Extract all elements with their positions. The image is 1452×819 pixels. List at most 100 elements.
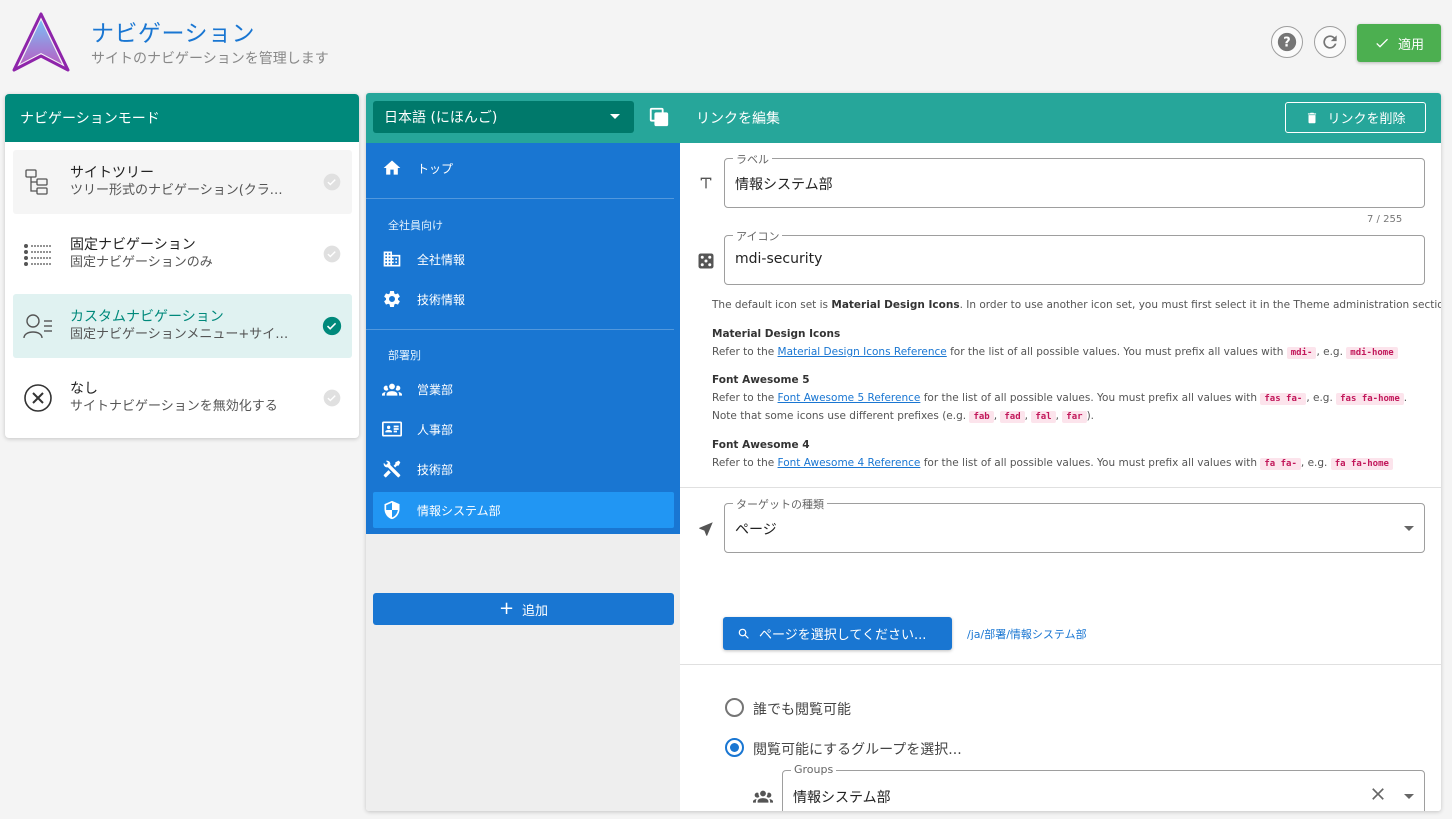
refresh-icon: [1323, 35, 1337, 49]
mode-custom[interactable]: カスタムナビゲーション 固定ナビゲーションメニュー+サイト...: [13, 294, 352, 358]
security-shield-icon: [384, 500, 399, 520]
home-icon: [383, 160, 400, 175]
label-field[interactable]: ラベル 情報システム部: [724, 151, 1425, 208]
apply-button[interactable]: 適用: [1357, 24, 1441, 62]
nav-item-top[interactable]: トップ: [373, 150, 674, 186]
nav-item-label: 人事部: [417, 422, 454, 437]
help-button[interactable]: ?: [1271, 26, 1303, 58]
copy-button[interactable]: [648, 106, 670, 132]
nav-item-label: 技術情報: [417, 292, 466, 307]
app-logo: [12, 12, 70, 74]
navigation-arrow-icon: [694, 517, 718, 541]
disabled-icon: [24, 384, 52, 412]
icon-field-value: mdi-security: [735, 251, 823, 267]
nav-item-company-info[interactable]: 全社情報: [373, 241, 674, 277]
target-type-select[interactable]: ターゲットの種類 ページ: [724, 496, 1425, 553]
icon-help-mdi: Refer to the Material Design Icons Refer…: [712, 343, 1398, 362]
icon-help-default: The default icon set is Material Design …: [712, 299, 1441, 311]
icon-help-fa5: Refer to the Font Awesome 5 Reference fo…: [712, 392, 1408, 405]
check-circle-icon: [323, 245, 341, 263]
tools-icon: [383, 460, 400, 478]
mode-description: ツリー形式のナビゲーション(クラシ...: [70, 183, 290, 198]
custom-user-icon: [23, 314, 52, 339]
icon-help-fa5-title: Font Awesome 5: [712, 374, 810, 386]
nav-item-hr[interactable]: 人事部: [373, 411, 674, 447]
select-page-label: ページを選択してください...: [759, 628, 927, 643]
page-subtitle: サイトのナビゲーションを管理します: [91, 51, 329, 67]
check-icon: [1376, 38, 1388, 48]
check-circle-icon: [322, 316, 342, 336]
delete-link-button[interactable]: リンクを削除: [1285, 102, 1426, 133]
mode-title: サイトツリー: [70, 165, 154, 181]
mode-title: カスタムナビゲーション: [70, 309, 224, 325]
visibility-groups-radio[interactable]: [725, 738, 744, 757]
refresh-button[interactable]: [1314, 26, 1346, 58]
format-text-icon: [694, 171, 718, 195]
help-icon: ?: [1277, 32, 1297, 52]
editor-toolbar: 日本語 (にほんご) リンクを編集 リンクを削除: [366, 93, 1441, 143]
label-field-label: ラベル: [733, 151, 772, 167]
id-card-icon: [381, 421, 402, 437]
clear-icon[interactable]: [1368, 784, 1388, 808]
target-type-label: ターゲットの種類: [733, 496, 827, 512]
add-nav-item-button[interactable]: + 追加: [373, 593, 674, 625]
icon-field[interactable]: アイコン mdi-security: [724, 228, 1425, 285]
nav-header-dept: 部署別: [388, 349, 421, 362]
check-circle-icon: [323, 173, 341, 191]
label-field-value: 情報システム部: [735, 177, 833, 193]
groups-field-value: 情報システム部: [793, 790, 891, 806]
nav-item-tech-info[interactable]: 技術情報: [373, 281, 674, 317]
edit-link-title: リンクを編集: [696, 111, 780, 127]
page-title: ナビゲーション: [91, 21, 256, 47]
mode-panel-title: ナビゲーションモード: [5, 94, 359, 142]
selected-page-path: /ja/部署/情報システム部: [967, 628, 1087, 641]
nav-divider: [366, 198, 674, 199]
icon-help-fa5-note: Note that some icons use different prefi…: [712, 410, 1094, 423]
dice-icon: [694, 249, 718, 273]
apply-label: 適用: [1397, 37, 1424, 53]
visibility-all-radio[interactable]: [725, 698, 744, 717]
nav-divider: [366, 329, 674, 330]
section-divider: [680, 487, 1441, 488]
delete-link-label: リンクを削除: [1327, 112, 1406, 127]
fa4-reference-link[interactable]: Font Awesome 4 Reference: [778, 457, 921, 469]
nav-item-sales[interactable]: 営業部: [373, 371, 674, 407]
account-group-icon: [381, 383, 402, 396]
nav-header-all: 全社員向け: [388, 219, 443, 232]
nav-item-infosys[interactable]: 情報システム部: [373, 492, 674, 528]
nav-item-label: 技術部: [417, 462, 454, 477]
nav-item-engineering[interactable]: 技術部: [373, 451, 674, 487]
groups-select[interactable]: Groups 情報システム部: [782, 763, 1425, 811]
locale-select[interactable]: 日本語 (にほんご): [373, 101, 634, 133]
mdi-reference-link[interactable]: Material Design Icons Reference: [778, 346, 947, 358]
search-icon: [738, 628, 749, 639]
fa5-reference-link[interactable]: Font Awesome 5 Reference: [778, 392, 921, 404]
mode-description: 固定ナビゲーションのみ: [70, 255, 213, 270]
nav-tree: トップ 全社員向け 全社情報 技術情報 部署別 営業部 人事部 技術部 情報シス…: [366, 143, 680, 811]
icon-field-label: アイコン: [733, 228, 783, 244]
target-type-value: ページ: [735, 522, 777, 538]
select-page-button[interactable]: ページを選択してください...: [723, 617, 952, 650]
svg-text:?: ?: [1283, 36, 1290, 51]
section-divider: [680, 664, 1441, 665]
copy-icon: [649, 107, 669, 127]
dropdown-arrow-icon: [1404, 526, 1414, 531]
site-tree-icon: [25, 169, 48, 195]
mode-title: 固定ナビゲーション: [70, 237, 196, 253]
link-editor: ラベル 情報システム部 7 / 255 アイコン mdi-security Th…: [680, 143, 1441, 811]
icon-help-fa4-title: Font Awesome 4: [712, 439, 810, 451]
mode-static[interactable]: 固定ナビゲーション 固定ナビゲーションのみ: [13, 222, 352, 286]
dropdown-arrow-icon: [1404, 794, 1414, 799]
mode-title: なし: [70, 381, 98, 397]
visibility-groups-label: 閲覧可能にするグループを選択...: [753, 742, 962, 758]
icon-help-fa4: Refer to the Font Awesome 4 Reference fo…: [712, 454, 1393, 473]
dropdown-arrow-icon: [610, 114, 620, 119]
groups-field-label: Groups: [791, 763, 837, 776]
locale-value: 日本語 (にほんご): [384, 110, 498, 126]
plus-icon: +: [498, 598, 515, 619]
mode-description: サイトナビゲーションを無効化する: [70, 399, 278, 414]
check-circle-icon: [323, 389, 341, 407]
mode-none[interactable]: なし サイトナビゲーションを無効化する: [13, 366, 352, 430]
visibility-all-label: 誰でも閲覧可能: [753, 702, 851, 718]
mode-site-tree[interactable]: サイトツリー ツリー形式のナビゲーション(クラシ...: [13, 150, 352, 214]
